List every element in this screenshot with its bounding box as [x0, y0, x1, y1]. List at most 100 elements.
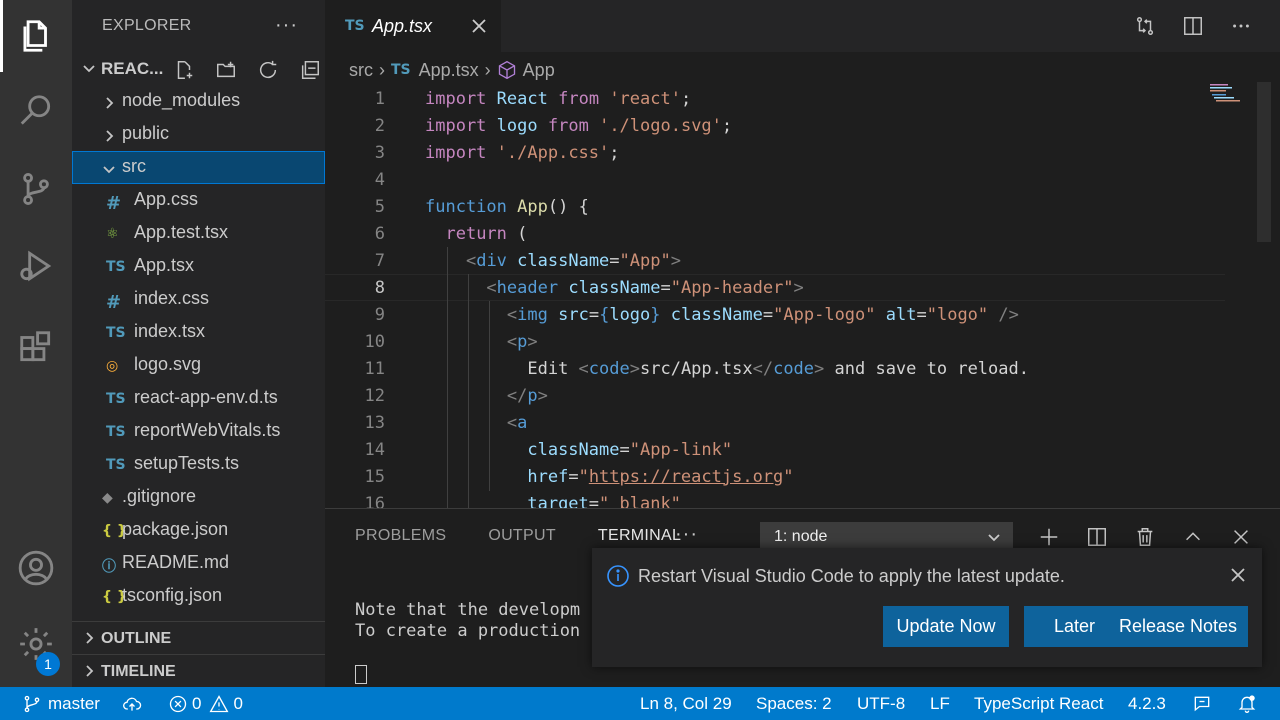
close-tab-button[interactable]: [469, 16, 489, 36]
file-tsconfig-json[interactable]: { } tsconfig.json: [72, 580, 325, 613]
tree-item-label: reportWebVitals.ts: [134, 420, 281, 440]
line-number: 8: [374, 277, 385, 298]
tab-output[interactable]: OUTPUT: [488, 527, 556, 545]
notifications-button[interactable]: [1237, 687, 1257, 720]
language-mode[interactable]: TypeScript React: [974, 687, 1103, 720]
css-file-icon: #: [106, 193, 122, 214]
line-number: 9: [374, 304, 385, 325]
panel-more-button[interactable]: ···: [675, 523, 698, 546]
file-package-json[interactable]: { } package.json: [72, 514, 325, 547]
code-line[interactable]: 14 className="App-link": [325, 436, 1225, 463]
line-text: </p>: [506, 385, 548, 406]
breadcrumb-symbol[interactable]: App: [523, 60, 555, 81]
code-line[interactable]: 4: [325, 166, 1225, 193]
minimap[interactable]: [1210, 82, 1250, 122]
settings-gear-icon[interactable]: 1: [0, 608, 72, 680]
chevron-right-icon: [102, 127, 116, 142]
extensions-icon[interactable]: [0, 311, 72, 383]
editor-area: TS App.tsx src › TS App.tsx › App 1 impor…: [325, 0, 1280, 508]
code-line[interactable]: 12 </p>: [325, 382, 1225, 409]
warning-icon: [210, 694, 229, 712]
release-notes-button[interactable]: Release Notes: [1108, 606, 1248, 647]
file-logo-svg[interactable]: ◎ logo.svg: [72, 349, 325, 382]
close-panel-button[interactable]: [1227, 523, 1255, 551]
cursor-position[interactable]: Ln 8, Col 29: [640, 687, 732, 720]
tree-item-label: index.css: [134, 288, 210, 308]
kill-terminal-button[interactable]: [1131, 523, 1159, 551]
breadcrumb-folder[interactable]: src: [349, 60, 373, 81]
code-line[interactable]: 16 target="_blank": [325, 490, 1225, 509]
editor-more-button[interactable]: [1225, 12, 1257, 40]
split-editor-button[interactable]: [1177, 12, 1209, 40]
run-debug-icon[interactable]: [0, 230, 72, 302]
file-readme-md[interactable]: ⓘ README.md: [72, 547, 325, 580]
indent-guide: [447, 247, 448, 508]
close-notification-button[interactable]: [1228, 565, 1248, 585]
line-number: 14: [364, 439, 385, 460]
code-line[interactable]: 13 <a: [325, 409, 1225, 436]
open-changes-button[interactable]: [1129, 12, 1161, 40]
refresh-button[interactable]: [252, 57, 284, 83]
file-react-app-env-d-ts[interactable]: TS react-app-env.d.ts: [72, 382, 325, 415]
encoding-status[interactable]: UTF-8: [857, 687, 905, 720]
tab-terminal[interactable]: TERMINAL: [597, 527, 682, 555]
explorer-more-button[interactable]: ···: [275, 14, 298, 37]
breadcrumb: src › TS App.tsx › App: [349, 58, 555, 82]
line-number: 13: [364, 412, 385, 433]
code-editor[interactable]: 1 import React from 'react'; 2 import logo …: [325, 85, 1225, 508]
outline-section[interactable]: OUTLINE: [72, 621, 325, 654]
timeline-section[interactable]: TIMELINE: [72, 654, 325, 687]
code-line[interactable]: 3 import './App.css';: [325, 139, 1225, 166]
search-icon[interactable]: [0, 75, 72, 147]
project-folder-header[interactable]: REAC...: [72, 52, 325, 85]
file-app-css[interactable]: # App.css: [72, 184, 325, 217]
code-line[interactable]: 8 <header className="App-header">: [325, 274, 1225, 301]
file-app-test-tsx[interactable]: ⚛ App.test.tsx: [72, 217, 325, 250]
new-terminal-button[interactable]: [1035, 523, 1063, 551]
code-line[interactable]: 5 function App() {: [325, 193, 1225, 220]
folder-node-modules[interactable]: node_modules: [72, 85, 325, 118]
problems-status[interactable]: 0 0: [168, 687, 243, 720]
indentation-status[interactable]: Spaces: 2: [756, 687, 832, 720]
branch-status[interactable]: master: [22, 687, 100, 720]
sync-button[interactable]: [122, 687, 142, 720]
file-index-css[interactable]: # index.css: [72, 283, 325, 316]
split-terminal-button[interactable]: [1083, 523, 1111, 551]
code-line[interactable]: 9 <img src={logo} className="App-logo" a…: [325, 301, 1225, 328]
update-now-button[interactable]: Update Now: [883, 606, 1009, 647]
line-text: import React from 'react';: [425, 88, 692, 109]
tab-app-tsx[interactable]: TS App.tsx: [325, 0, 501, 52]
maximize-panel-button[interactable]: [1179, 523, 1207, 551]
folder-public[interactable]: public: [72, 118, 325, 151]
eol-status[interactable]: LF: [930, 687, 950, 720]
code-line[interactable]: 11 Edit <code>src/App.tsx</code> and sav…: [325, 355, 1225, 382]
folder-src[interactable]: src: [72, 151, 325, 184]
code-line[interactable]: 6 return (: [325, 220, 1225, 247]
file--gitignore[interactable]: ◆ .gitignore: [72, 481, 325, 514]
breadcrumb-file[interactable]: App.tsx: [419, 60, 479, 81]
code-line[interactable]: 15 href="https://reactjs.org": [325, 463, 1225, 490]
terminal-output[interactable]: Note that the developm To create a produc…: [355, 600, 580, 642]
code-line[interactable]: 7 <div className="App">: [325, 247, 1225, 274]
line-number: 3: [374, 142, 385, 163]
new-file-button[interactable]: [168, 57, 200, 83]
explorer-icon[interactable]: [0, 0, 72, 72]
account-icon[interactable]: [0, 532, 72, 604]
typescript-version[interactable]: 4.2.3: [1128, 687, 1166, 720]
file-app-tsx[interactable]: TS App.tsx: [72, 250, 325, 283]
line-text: import logo from './logo.svg';: [425, 115, 733, 136]
chevron-right-icon: [86, 665, 94, 677]
source-control-icon[interactable]: [0, 153, 72, 225]
code-line[interactable]: 2 import logo from './logo.svg';: [325, 112, 1225, 139]
feedback-button[interactable]: [1192, 687, 1212, 720]
file-setuptests-ts[interactable]: TS setupTests.ts: [72, 448, 325, 481]
editor-scrollbar[interactable]: [1257, 82, 1271, 242]
tab-problems[interactable]: PROBLEMS: [355, 527, 446, 545]
collapse-all-button[interactable]: [294, 57, 325, 83]
code-line[interactable]: 10 <p>: [325, 328, 1225, 355]
file-index-tsx[interactable]: TS index.tsx: [72, 316, 325, 349]
code-line[interactable]: 1 import React from 'react';: [325, 85, 1225, 112]
file-reportwebvitals-ts[interactable]: TS reportWebVitals.ts: [72, 415, 325, 448]
ts-file-icon: TS: [106, 325, 126, 341]
new-folder-button[interactable]: [210, 57, 242, 83]
